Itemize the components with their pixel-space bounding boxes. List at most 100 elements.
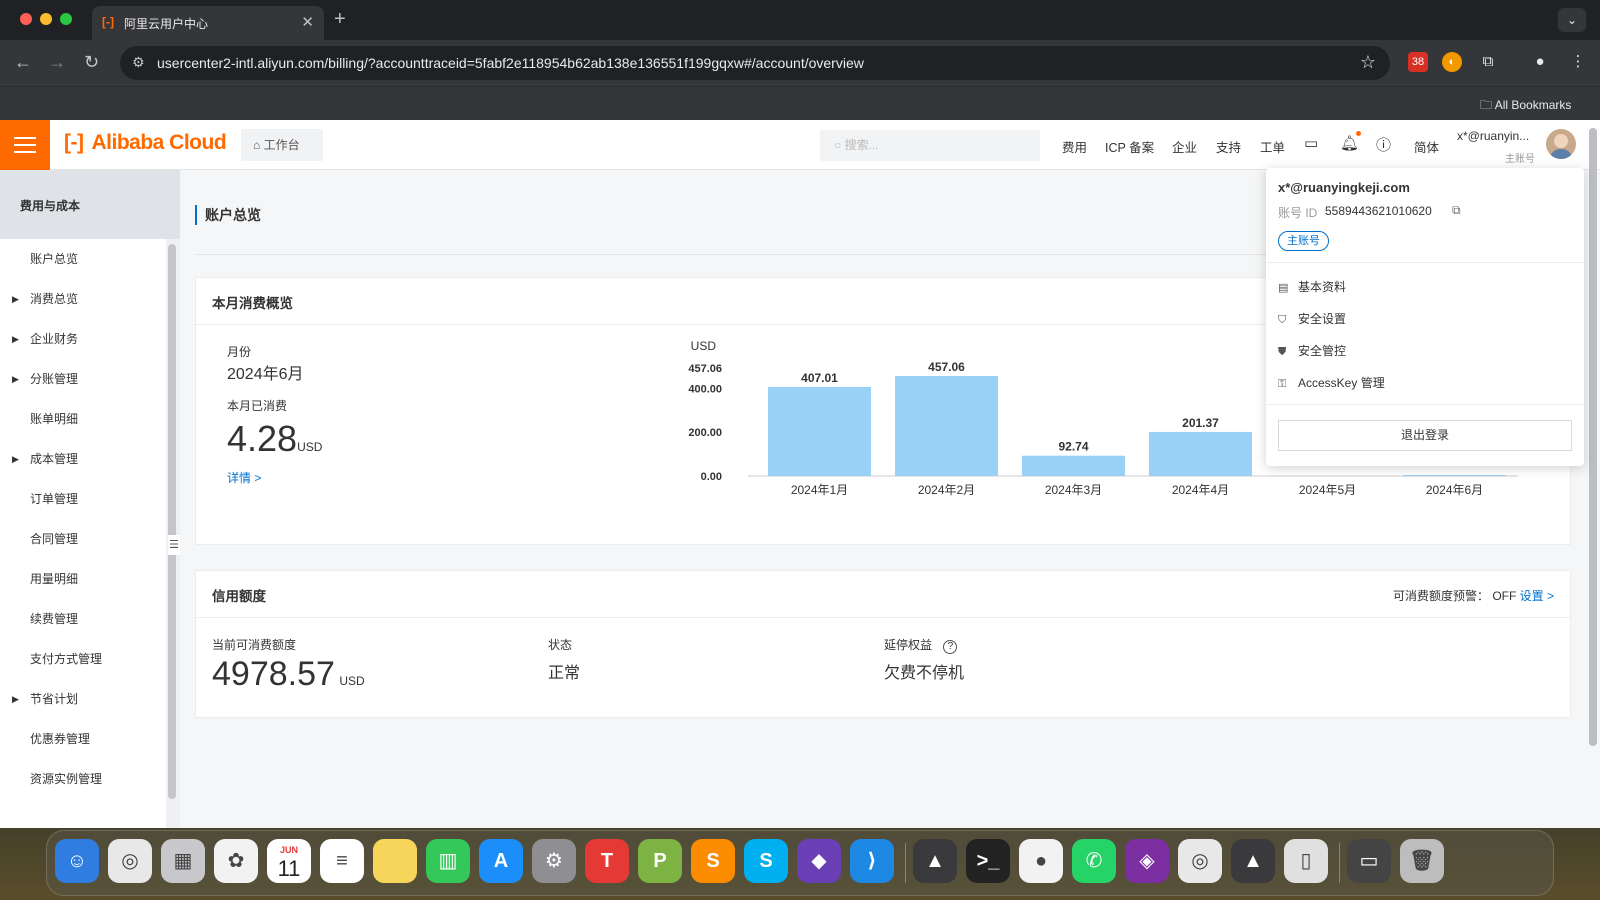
minimize-window-button[interactable] — [40, 13, 52, 25]
benefit-value: 欠费不停机 — [884, 665, 965, 682]
dock-app-icon[interactable]: ◎ — [108, 839, 152, 883]
menu-security-settings[interactable]: ⛉ 安全设置 — [1278, 310, 1346, 327]
alibaba-cloud-logo[interactable]: [-] Alibaba Cloud — [64, 131, 227, 155]
zoom-window-button[interactable] — [60, 13, 72, 25]
sidebar-item[interactable]: 资源实例管理 — [0, 759, 166, 799]
nav-support[interactable]: 支持 — [1216, 137, 1241, 156]
nav-ticket[interactable]: 工单 — [1260, 137, 1285, 156]
sidebar-item[interactable]: 账户总览 — [0, 239, 166, 279]
x-tick-label: 2024年4月 — [1172, 483, 1229, 497]
avatar[interactable] — [1546, 129, 1576, 159]
help-icon[interactable]: ⓘ — [1376, 134, 1391, 155]
new-tab-button[interactable]: + — [334, 8, 346, 31]
sidebar-item[interactable]: ▶ 节省计划 — [0, 679, 166, 719]
available-credit-label: 当前可消费额度 — [212, 638, 297, 652]
dock-app-icon[interactable]: >_ — [966, 839, 1010, 883]
sidebar-item[interactable]: 优惠券管理 — [0, 719, 166, 759]
key-icon: ⚿ — [1278, 378, 1287, 390]
expand-arrow-icon: ▶ — [12, 454, 19, 464]
sidebar-item[interactable]: 续费管理 — [0, 599, 166, 639]
spent-amount: 4.28USD — [227, 418, 323, 459]
dock-app-icon[interactable]: S — [691, 839, 735, 883]
dock-app-icon[interactable]: ▦ — [161, 839, 205, 883]
extensions-puzzle-icon[interactable]: ⧉ — [1478, 52, 1498, 72]
forward-icon[interactable]: → — [48, 52, 66, 73]
dock-app-icon[interactable]: ▥ — [426, 839, 470, 883]
back-icon[interactable]: ← — [14, 52, 32, 73]
tab-search-button[interactable]: ⌄ — [1558, 8, 1586, 32]
reload-icon[interactable]: ↻ — [84, 52, 99, 73]
language-switch[interactable]: 简体 — [1414, 137, 1439, 156]
menu-security-control[interactable]: ⛊ 安全管控 — [1278, 342, 1346, 359]
dock-app-icon[interactable]: ✆ — [1072, 839, 1116, 883]
close-window-button[interactable] — [20, 13, 32, 25]
menu-accesskey[interactable]: ⚿ AccessKey 管理 — [1278, 374, 1385, 391]
credit-alert-settings-link[interactable]: 设置 > — [1520, 589, 1554, 603]
dock-app-icon[interactable]: 🗑 — [1400, 839, 1444, 883]
browser-menu-icon[interactable]: ⋮ — [1568, 52, 1588, 72]
collapse-sidebar-icon[interactable]: ☰ — [168, 535, 180, 555]
chart-bar — [1403, 475, 1506, 476]
sidebar-menu: 账户总览 ▶ 消费总览 ▶ 企业财务 ▶ 分账管理 账单明细 ▶ 成本管理 订单管理 合同管理 用量明细… — [0, 239, 166, 828]
menu-profile[interactable]: ▤ 基本资料 — [1278, 278, 1346, 295]
dock-app-icon[interactable]: ◆ — [797, 839, 841, 883]
address-bar[interactable]: ⚙ usercenter2-intl.aliyun.com/billing/?a… — [120, 46, 1390, 80]
dock-app-icon[interactable]: ⟩ — [850, 839, 894, 883]
dock-app-icon[interactable]: ◎ — [1178, 839, 1222, 883]
dock-app-icon[interactable]: A — [479, 839, 523, 883]
nav-enterprise[interactable]: 企业 — [1172, 137, 1197, 156]
sidebar-item[interactable]: ▶ 企业财务 — [0, 319, 166, 359]
bookmark-star-icon[interactable]: ☆ — [1360, 52, 1376, 73]
sidebar-item[interactable]: ▶ 成本管理 — [0, 439, 166, 479]
dock-app-icon[interactable]: T — [585, 839, 629, 883]
sidebar-item[interactable]: ▶ 分账管理 — [0, 359, 166, 399]
sidebar-item[interactable]: 合同管理 — [0, 519, 166, 559]
sidebar-scrollbar[interactable] — [168, 244, 176, 799]
workbench-button[interactable]: ⌂ 工作台 — [241, 129, 323, 161]
sidebar-item[interactable]: 账单明细 — [0, 399, 166, 439]
expand-arrow-icon: ▶ — [12, 294, 19, 304]
menu-toggle-button[interactable] — [0, 120, 50, 170]
sidebar-item[interactable]: ▶ 消费总览 — [0, 279, 166, 319]
sidebar-item[interactable]: 订单管理 — [0, 479, 166, 519]
dock-app-icon[interactable]: ⚙ — [532, 839, 576, 883]
cloud-shell-icon[interactable]: ▭ — [1304, 134, 1318, 152]
sidebar: 费用与成本 账户总览 ▶ 消费总览 ▶ 企业财务 ▶ 分账管理 账单明细 ▶ 成本管理 订单管理 合同… — [0, 170, 180, 828]
aliyun-favicon-icon: [-] — [102, 15, 114, 29]
search-input[interactable]: ○ 搜索... — [820, 130, 1040, 161]
page-scrollbar[interactable] — [1589, 128, 1597, 746]
nav-icp[interactable]: ICP 备案 — [1105, 137, 1154, 156]
navigation-bar: ← → ↻ ⚙ usercenter2-intl.aliyun.com/bill… — [0, 40, 1600, 86]
user-account-name[interactable]: x*@ruanyin... — [1457, 129, 1529, 143]
question-icon[interactable]: ? — [943, 640, 958, 654]
close-tab-icon[interactable]: ✕ — [301, 13, 314, 31]
browser-tab[interactable]: [-] 阿里云用户中心 ✕ — [92, 6, 324, 40]
copy-icon[interactable]: ⧉ — [1452, 203, 1461, 218]
detail-link[interactable]: 详情 > — [227, 469, 261, 486]
dock-app-icon[interactable]: ✿ — [214, 839, 258, 883]
dock-app-icon[interactable]: ◈ — [1125, 839, 1169, 883]
dock-app-icon[interactable]: P — [638, 839, 682, 883]
dock-app-icon[interactable]: ● — [1019, 839, 1063, 883]
logout-button[interactable]: 退出登录 — [1278, 420, 1572, 451]
nav-billing[interactable]: 费用 — [1062, 137, 1087, 156]
all-bookmarks-button[interactable]: 🗀 All Bookmarks — [1480, 96, 1571, 117]
site-info-icon[interactable]: ⚙ — [132, 54, 145, 71]
dock-app-icon[interactable] — [373, 839, 417, 883]
dock-app-icon[interactable]: ▭ — [1347, 839, 1391, 883]
dock-app-icon[interactable]: S — [744, 839, 788, 883]
credit-title: 信用额度 — [212, 589, 266, 604]
dock-app-icon[interactable]: ≡ — [320, 839, 364, 883]
extension-icon[interactable]: ◐ — [1442, 52, 1462, 72]
sidebar-item[interactable]: 支付方式管理 — [0, 639, 166, 679]
profile-icon[interactable]: ● — [1530, 52, 1550, 72]
notification-bell-icon[interactable]: 🔔︎ — [1340, 134, 1359, 152]
dock-app-icon[interactable]: ▲ — [913, 839, 957, 883]
calendar-extension-icon[interactable]: 38 — [1408, 52, 1428, 72]
dock-app-icon[interactable]: ☺ — [55, 839, 99, 883]
dock-app-icon[interactable]: ▯ — [1284, 839, 1328, 883]
dock-app-icon[interactable]: JUN 11 — [267, 839, 311, 883]
sidebar-item-label: 续费管理 — [30, 612, 79, 626]
dock-app-icon[interactable]: ▲ — [1231, 839, 1275, 883]
sidebar-item[interactable]: 用量明细 — [0, 559, 166, 599]
